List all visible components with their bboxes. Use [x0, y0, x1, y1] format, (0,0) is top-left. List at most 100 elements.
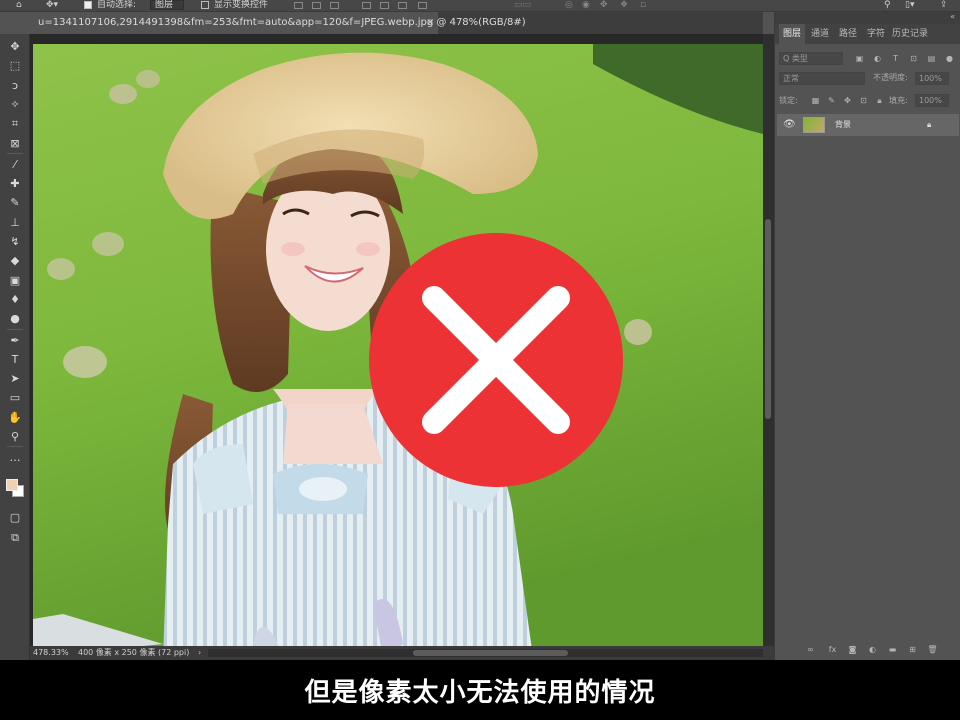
tools-panel: ✥ ⬚ ↄ ✧ ⌗ ⊠ ⁄ ✚ ✎ ⊥ ↯ ◆ ▣ ♦ ● ✒ T ➤ ▭ ✋ ⚲ … ▢ ⧉ [0, 34, 30, 660]
toolbar-separator [7, 446, 23, 448]
workspace-icon[interactable]: ▯▾ [905, 0, 914, 10]
dodge-tool-icon[interactable]: ● [6, 310, 24, 327]
link-layers-icon[interactable]: ∞ [805, 644, 816, 655]
layer-row-background[interactable]: 👁︎ 背景 🔒︎ [777, 114, 959, 136]
gradient-tool-icon[interactable]: ▣ [6, 272, 24, 289]
toolbar-separator [7, 328, 23, 330]
quick-mask-icon[interactable]: ▢ [6, 509, 24, 526]
filter-shape-icon[interactable]: ⊡ [909, 54, 918, 63]
move-tool-preset-icon[interactable]: ✥▾ [46, 0, 58, 10]
close-tab-icon[interactable]: × [426, 12, 434, 34]
adjustment-layer-icon[interactable]: ◐ [867, 644, 878, 655]
panel-tab-1[interactable]: 通道 [807, 24, 833, 44]
distribute-icon[interactable] [418, 2, 427, 9]
foreground-color-swatch[interactable] [6, 478, 18, 491]
zoom-level[interactable]: 478.33% [33, 646, 69, 660]
new-layer-icon[interactable]: ⊞ [907, 644, 918, 655]
orbit-icon[interactable]: ◎ [565, 0, 573, 10]
horizontal-scrollbar[interactable] [208, 649, 763, 657]
lock-all-icon[interactable]: 🔒︎ [875, 96, 884, 105]
pen-tool-icon[interactable]: ✒ [6, 332, 24, 349]
lock-transparency-icon[interactable]: ▦ [811, 96, 820, 105]
panel-header: « [775, 12, 960, 24]
layer-kind-filter[interactable]: Q 类型 [779, 52, 843, 65]
magic-wand-tool-icon[interactable]: ✧ [6, 96, 24, 113]
search-icon[interactable]: ⚲ [884, 0, 891, 10]
panel-tab-0[interactable]: 图层 [779, 24, 805, 44]
vertical-scrollbar[interactable] [763, 34, 774, 646]
toolbar-separator [7, 152, 23, 154]
frame-tool-icon[interactable]: ⊠ [6, 135, 24, 152]
screen-mode-icon[interactable]: ⧉ [6, 529, 24, 546]
scale-icon[interactable]: ▫ [640, 0, 646, 10]
blur-tool-icon[interactable]: ♦ [6, 291, 24, 308]
layer-thumbnail [803, 117, 825, 133]
align-left-icon[interactable] [294, 2, 303, 9]
share-icon[interactable]: ⇪ [940, 0, 948, 10]
lock-artboard-icon[interactable]: ⊡ [859, 96, 868, 105]
eraser-tool-icon[interactable]: ◆ [6, 252, 24, 269]
filter-toggle-icon[interactable]: ● [945, 54, 954, 63]
layer-name[interactable]: 背景 [835, 114, 851, 136]
opacity-input[interactable]: 100% [915, 72, 949, 85]
marquee-tool-icon[interactable]: ⬚ [6, 57, 24, 74]
panel-collapse-icon[interactable]: « [950, 12, 955, 22]
delete-layer-icon[interactable]: 🗑︎ [927, 644, 938, 655]
stamp-tool-icon[interactable]: ⊥ [6, 214, 24, 231]
eyedropper-tool-icon[interactable]: ⁄ [6, 156, 24, 173]
layer-lock-icon: 🔒︎ [927, 120, 932, 129]
blend-mode-dropdown[interactable]: 正常 [779, 72, 865, 85]
new-group-icon[interactable]: ▬ [887, 644, 898, 655]
crop-tool-icon[interactable]: ⌗ [6, 115, 24, 132]
filter-type-icon[interactable]: T [891, 54, 900, 63]
layers-footer: ∞ fx ◙ ◐ ▬ ⊞ 🗑︎ [775, 642, 960, 658]
panel-tab-4[interactable]: 历史记录 [891, 24, 929, 44]
photoshop-window: ⌂ ✥▾ 自动选择: 图层 显示变换控件 ▭▭ ◎ ◉ ✥ ❖ ▫ ⚲ ▯▾ ⇪… [0, 0, 960, 720]
align-right-icon[interactable] [330, 2, 339, 9]
panel-tabs: 图层 通道 路径 字符 历史记录 [775, 24, 960, 44]
subtitle-bar: 但是像素太小无法使用的情况 [0, 660, 960, 720]
shape-tool-icon[interactable]: ▭ [6, 389, 24, 406]
filter-pixel-icon[interactable]: ▣ [855, 54, 864, 63]
filter-adjust-icon[interactable]: ◐ [873, 54, 882, 63]
brush-tool-icon[interactable]: ✎ [6, 194, 24, 211]
align-middle-icon[interactable] [380, 2, 389, 9]
layer-mask-icon[interactable]: ◙ [847, 644, 858, 655]
history-brush-tool-icon[interactable]: ↯ [6, 233, 24, 250]
vertical-scroll-thumb[interactable] [765, 219, 771, 419]
status-menu-arrow-icon[interactable]: › [198, 646, 201, 660]
slide-icon[interactable]: ❖ [620, 0, 628, 10]
move-tool-icon[interactable]: ✥ [6, 38, 24, 55]
hand-tool-icon[interactable]: ✋ [6, 409, 24, 426]
fill-label: 填充: [889, 96, 908, 105]
3d-mode-label-icon: ▭▭ [514, 0, 532, 10]
roll-icon[interactable]: ◉ [582, 0, 590, 10]
filter-smart-icon[interactable]: ▤ [927, 54, 936, 63]
horizontal-scroll-thumb[interactable] [413, 650, 568, 656]
lock-pixels-icon[interactable]: ✎ [827, 96, 836, 105]
align-bottom-icon[interactable] [398, 2, 407, 9]
healing-tool-icon[interactable]: ✚ [6, 175, 24, 192]
auto-select-checkbox[interactable] [84, 1, 92, 9]
auto-select-target-dropdown[interactable]: 图层 [150, 0, 184, 10]
panel-tab-3[interactable]: 字符 [863, 24, 889, 44]
path-select-tool-icon[interactable]: ➤ [6, 370, 24, 387]
visibility-eye-icon[interactable]: 👁︎ [783, 119, 796, 131]
layer-style-icon[interactable]: fx [827, 644, 838, 655]
more-tools-icon[interactable]: … [6, 449, 24, 466]
document-tab[interactable]: u=1341107106,2914491398&fm=253&fmt=auto&… [30, 12, 526, 34]
show-transform-checkbox[interactable] [201, 1, 209, 9]
drag-icon[interactable]: ✥ [600, 0, 608, 10]
zoom-tool-icon[interactable]: ⚲ [6, 428, 24, 445]
document-tab-title: u=1341107106,2914491398&fm=253&fmt=auto&… [38, 17, 526, 28]
panel-tab-2[interactable]: 路径 [835, 24, 861, 44]
align-center-icon[interactable] [312, 2, 321, 9]
align-top-icon[interactable] [362, 2, 371, 9]
type-tool-icon[interactable]: T [6, 351, 24, 368]
opacity-label: 不透明度: [873, 73, 908, 82]
fill-input[interactable]: 100% [915, 94, 949, 107]
home-icon[interactable]: ⌂ [16, 0, 22, 10]
lasso-tool-icon[interactable]: ↄ [6, 77, 24, 94]
canvas-area[interactable] [30, 34, 763, 660]
lock-position-icon[interactable]: ✥ [843, 96, 852, 105]
